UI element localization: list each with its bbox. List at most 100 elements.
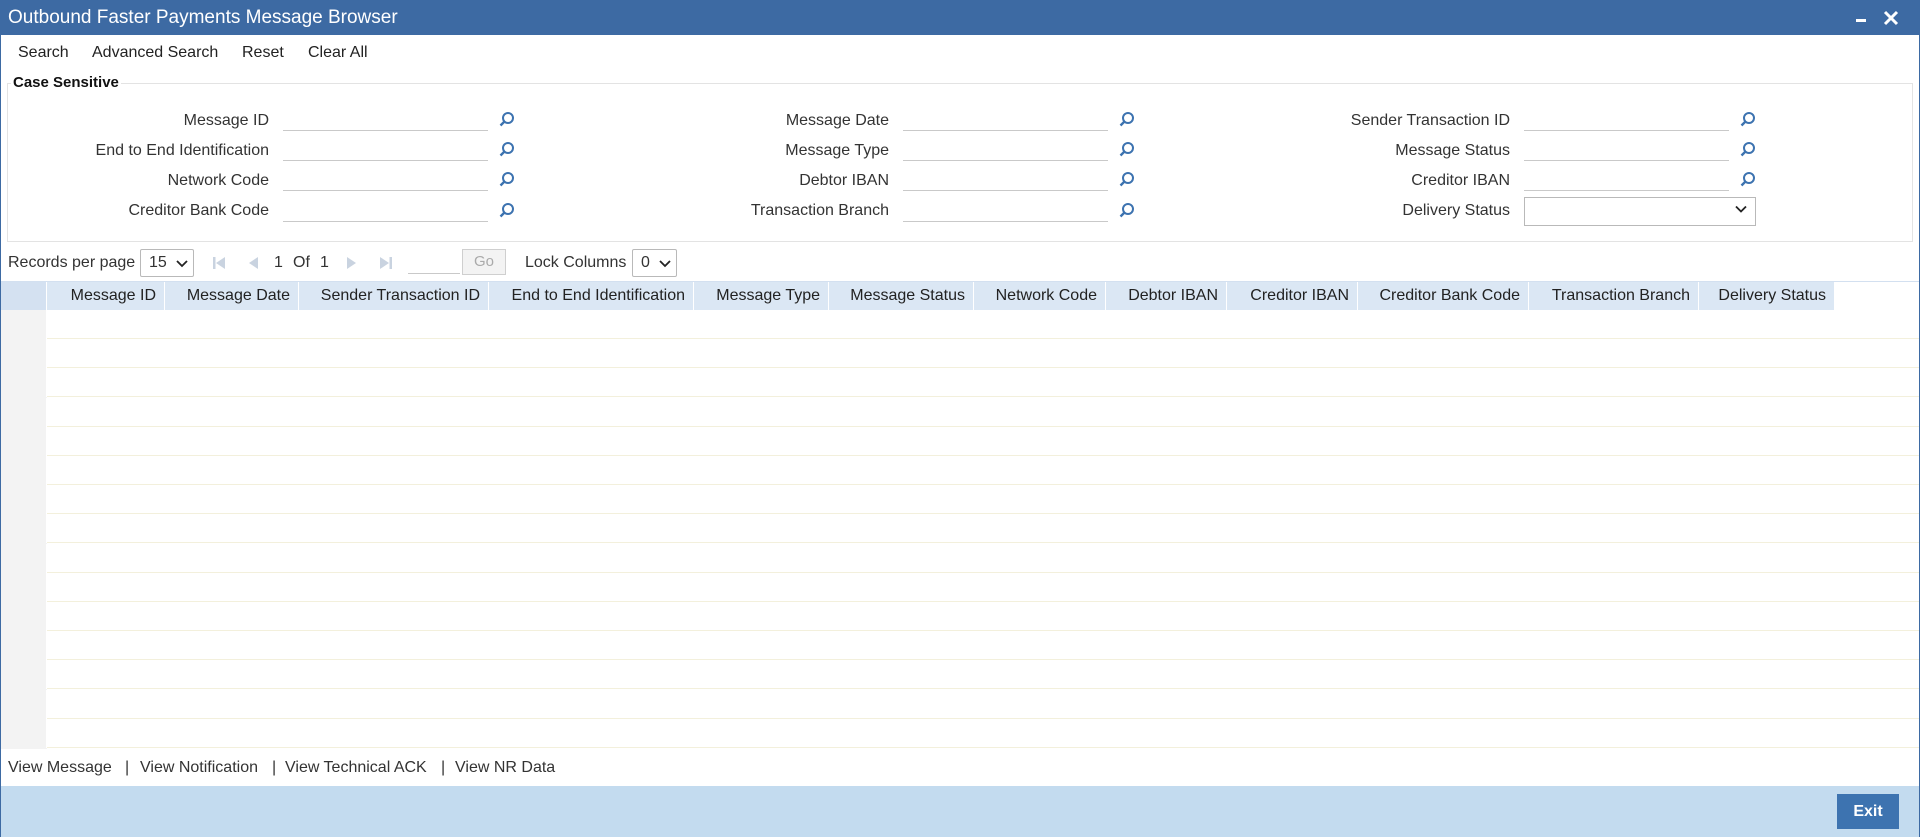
exit-button[interactable]: Exit — [1837, 794, 1899, 829]
column-header-network-code[interactable]: Network Code — [974, 282, 1106, 310]
table-header: Message ID Message Date Sender Transacti… — [1, 282, 1835, 310]
table-row[interactable] — [1, 602, 1919, 631]
message-date-input[interactable] — [903, 109, 1108, 131]
debtor-iban-input[interactable] — [903, 169, 1108, 191]
row-select-cell[interactable] — [1, 310, 47, 339]
message-date-label: Message Date — [785, 112, 889, 129]
reset-button[interactable]: Reset — [242, 44, 284, 62]
results-table: Message ID Message Date Sender Transacti… — [1, 281, 1919, 749]
search-button[interactable]: Search — [18, 44, 69, 62]
select-all-cell[interactable] — [1, 282, 47, 310]
column-header-message-id[interactable]: Message ID — [48, 282, 165, 310]
lock-columns-label: Lock Columns — [525, 254, 627, 271]
creditor-bank-code-search-icon[interactable] — [498, 202, 516, 220]
creditor-bank-code-input[interactable] — [283, 200, 488, 222]
lock-columns-select[interactable]: 0 — [632, 249, 677, 277]
column-header-delivery-status[interactable]: Delivery Status — [1699, 282, 1835, 310]
table-row[interactable] — [1, 456, 1919, 485]
sender-transaction-id-search-icon[interactable] — [1739, 111, 1757, 129]
page-number-input[interactable] — [408, 250, 460, 274]
transaction-branch-input[interactable] — [903, 200, 1108, 222]
network-code-input[interactable] — [283, 169, 488, 191]
row-select-cell[interactable] — [1, 631, 47, 661]
delivery-status-label: Delivery Status — [1402, 202, 1510, 219]
message-status-input[interactable] — [1524, 139, 1729, 161]
advanced-search-button[interactable]: Advanced Search — [92, 44, 218, 62]
view-technical-ack-link[interactable]: View Technical ACK — [285, 759, 427, 777]
row-select-cell[interactable] — [1, 660, 47, 690]
table-row[interactable] — [1, 310, 1919, 339]
creditor-iban-input[interactable] — [1524, 169, 1729, 191]
row-select-cell[interactable] — [1, 543, 47, 573]
column-header-message-type[interactable]: Message Type — [694, 282, 829, 310]
debtor-iban-search-icon[interactable] — [1118, 171, 1136, 189]
message-id-search-icon[interactable] — [498, 111, 516, 129]
row-select-cell[interactable] — [1, 426, 47, 456]
records-per-page-select[interactable]: 15 — [140, 249, 194, 277]
first-page-icon[interactable] — [211, 255, 227, 271]
footer-actions: View Message | View Notification | View … — [1, 751, 1919, 785]
row-select-cell[interactable] — [1, 514, 47, 544]
table-row[interactable] — [1, 572, 1919, 602]
delivery-status-select[interactable] — [1524, 197, 1756, 226]
row-select-cell[interactable] — [1, 572, 47, 602]
chevron-down-icon — [659, 260, 671, 268]
table-row[interactable] — [1, 368, 1919, 398]
row-select-cell[interactable] — [1, 602, 47, 631]
total-pages: 1 — [320, 254, 329, 271]
message-status-search-icon[interactable] — [1739, 141, 1757, 159]
table-row[interactable] — [1, 485, 1919, 515]
view-nr-data-link[interactable]: View NR Data — [455, 759, 555, 777]
column-header-creditor-iban[interactable]: Creditor IBAN — [1227, 282, 1358, 310]
last-page-icon[interactable] — [378, 255, 394, 271]
transaction-branch-search-icon[interactable] — [1118, 202, 1136, 220]
column-header-sender-transaction-id[interactable]: Sender Transaction ID — [299, 282, 489, 310]
close-button[interactable] — [1878, 5, 1904, 31]
minimize-button[interactable] — [1848, 5, 1874, 31]
row-select-cell[interactable] — [1, 368, 47, 398]
end-to-end-search-icon[interactable] — [498, 141, 516, 159]
next-page-icon[interactable] — [344, 255, 360, 271]
row-select-cell[interactable] — [1, 718, 47, 748]
clear-all-button[interactable]: Clear All — [308, 44, 368, 62]
sender-transaction-id-label: Sender Transaction ID — [1350, 112, 1510, 129]
go-button[interactable]: Go — [462, 249, 506, 275]
sender-transaction-id-input[interactable] — [1524, 109, 1729, 131]
row-select-cell[interactable] — [1, 485, 47, 515]
end-to-end-input[interactable] — [283, 139, 488, 161]
view-notification-link[interactable]: View Notification — [140, 759, 258, 777]
message-type-search-icon[interactable] — [1118, 141, 1136, 159]
message-type-input[interactable] — [903, 139, 1108, 161]
view-message-link[interactable]: View Message — [8, 759, 112, 777]
message-date-search-icon[interactable] — [1118, 111, 1136, 129]
column-header-creditor-bank-code[interactable]: Creditor Bank Code — [1358, 282, 1529, 310]
table-row[interactable] — [1, 339, 1919, 369]
table-row[interactable] — [1, 514, 1919, 544]
message-id-input[interactable] — [283, 109, 488, 131]
row-select-cell[interactable] — [1, 339, 47, 369]
table-row[interactable] — [1, 631, 1919, 661]
previous-page-icon[interactable] — [245, 255, 261, 271]
column-header-message-date[interactable]: Message Date — [165, 282, 299, 310]
column-header-end-to-end-identification[interactable]: End to End Identification — [489, 282, 694, 310]
column-header-debtor-iban[interactable]: Debtor IBAN — [1106, 282, 1227, 310]
records-per-page-label: Records per page — [8, 254, 136, 271]
creditor-bank-code-label: Creditor Bank Code — [128, 202, 269, 219]
table-row[interactable] — [1, 426, 1919, 456]
table-row[interactable] — [1, 660, 1919, 690]
row-select-cell[interactable] — [1, 397, 47, 427]
row-select-cell[interactable] — [1, 689, 47, 719]
row-select-cell[interactable] — [1, 456, 47, 485]
minimize-icon — [1856, 19, 1866, 22]
message-browser-window: Outbound Faster Payments Message Browser… — [0, 0, 1920, 837]
column-header-message-status[interactable]: Message Status — [829, 282, 974, 310]
table-row[interactable] — [1, 397, 1919, 427]
column-header-transaction-branch[interactable]: Transaction Branch — [1529, 282, 1699, 310]
table-row[interactable] — [1, 718, 1919, 748]
network-code-label: Network Code — [167, 172, 269, 189]
creditor-iban-search-icon[interactable] — [1739, 171, 1757, 189]
network-code-search-icon[interactable] — [498, 171, 516, 189]
table-row[interactable] — [1, 689, 1919, 719]
message-id-label: Message ID — [183, 112, 269, 129]
table-row[interactable] — [1, 543, 1919, 573]
